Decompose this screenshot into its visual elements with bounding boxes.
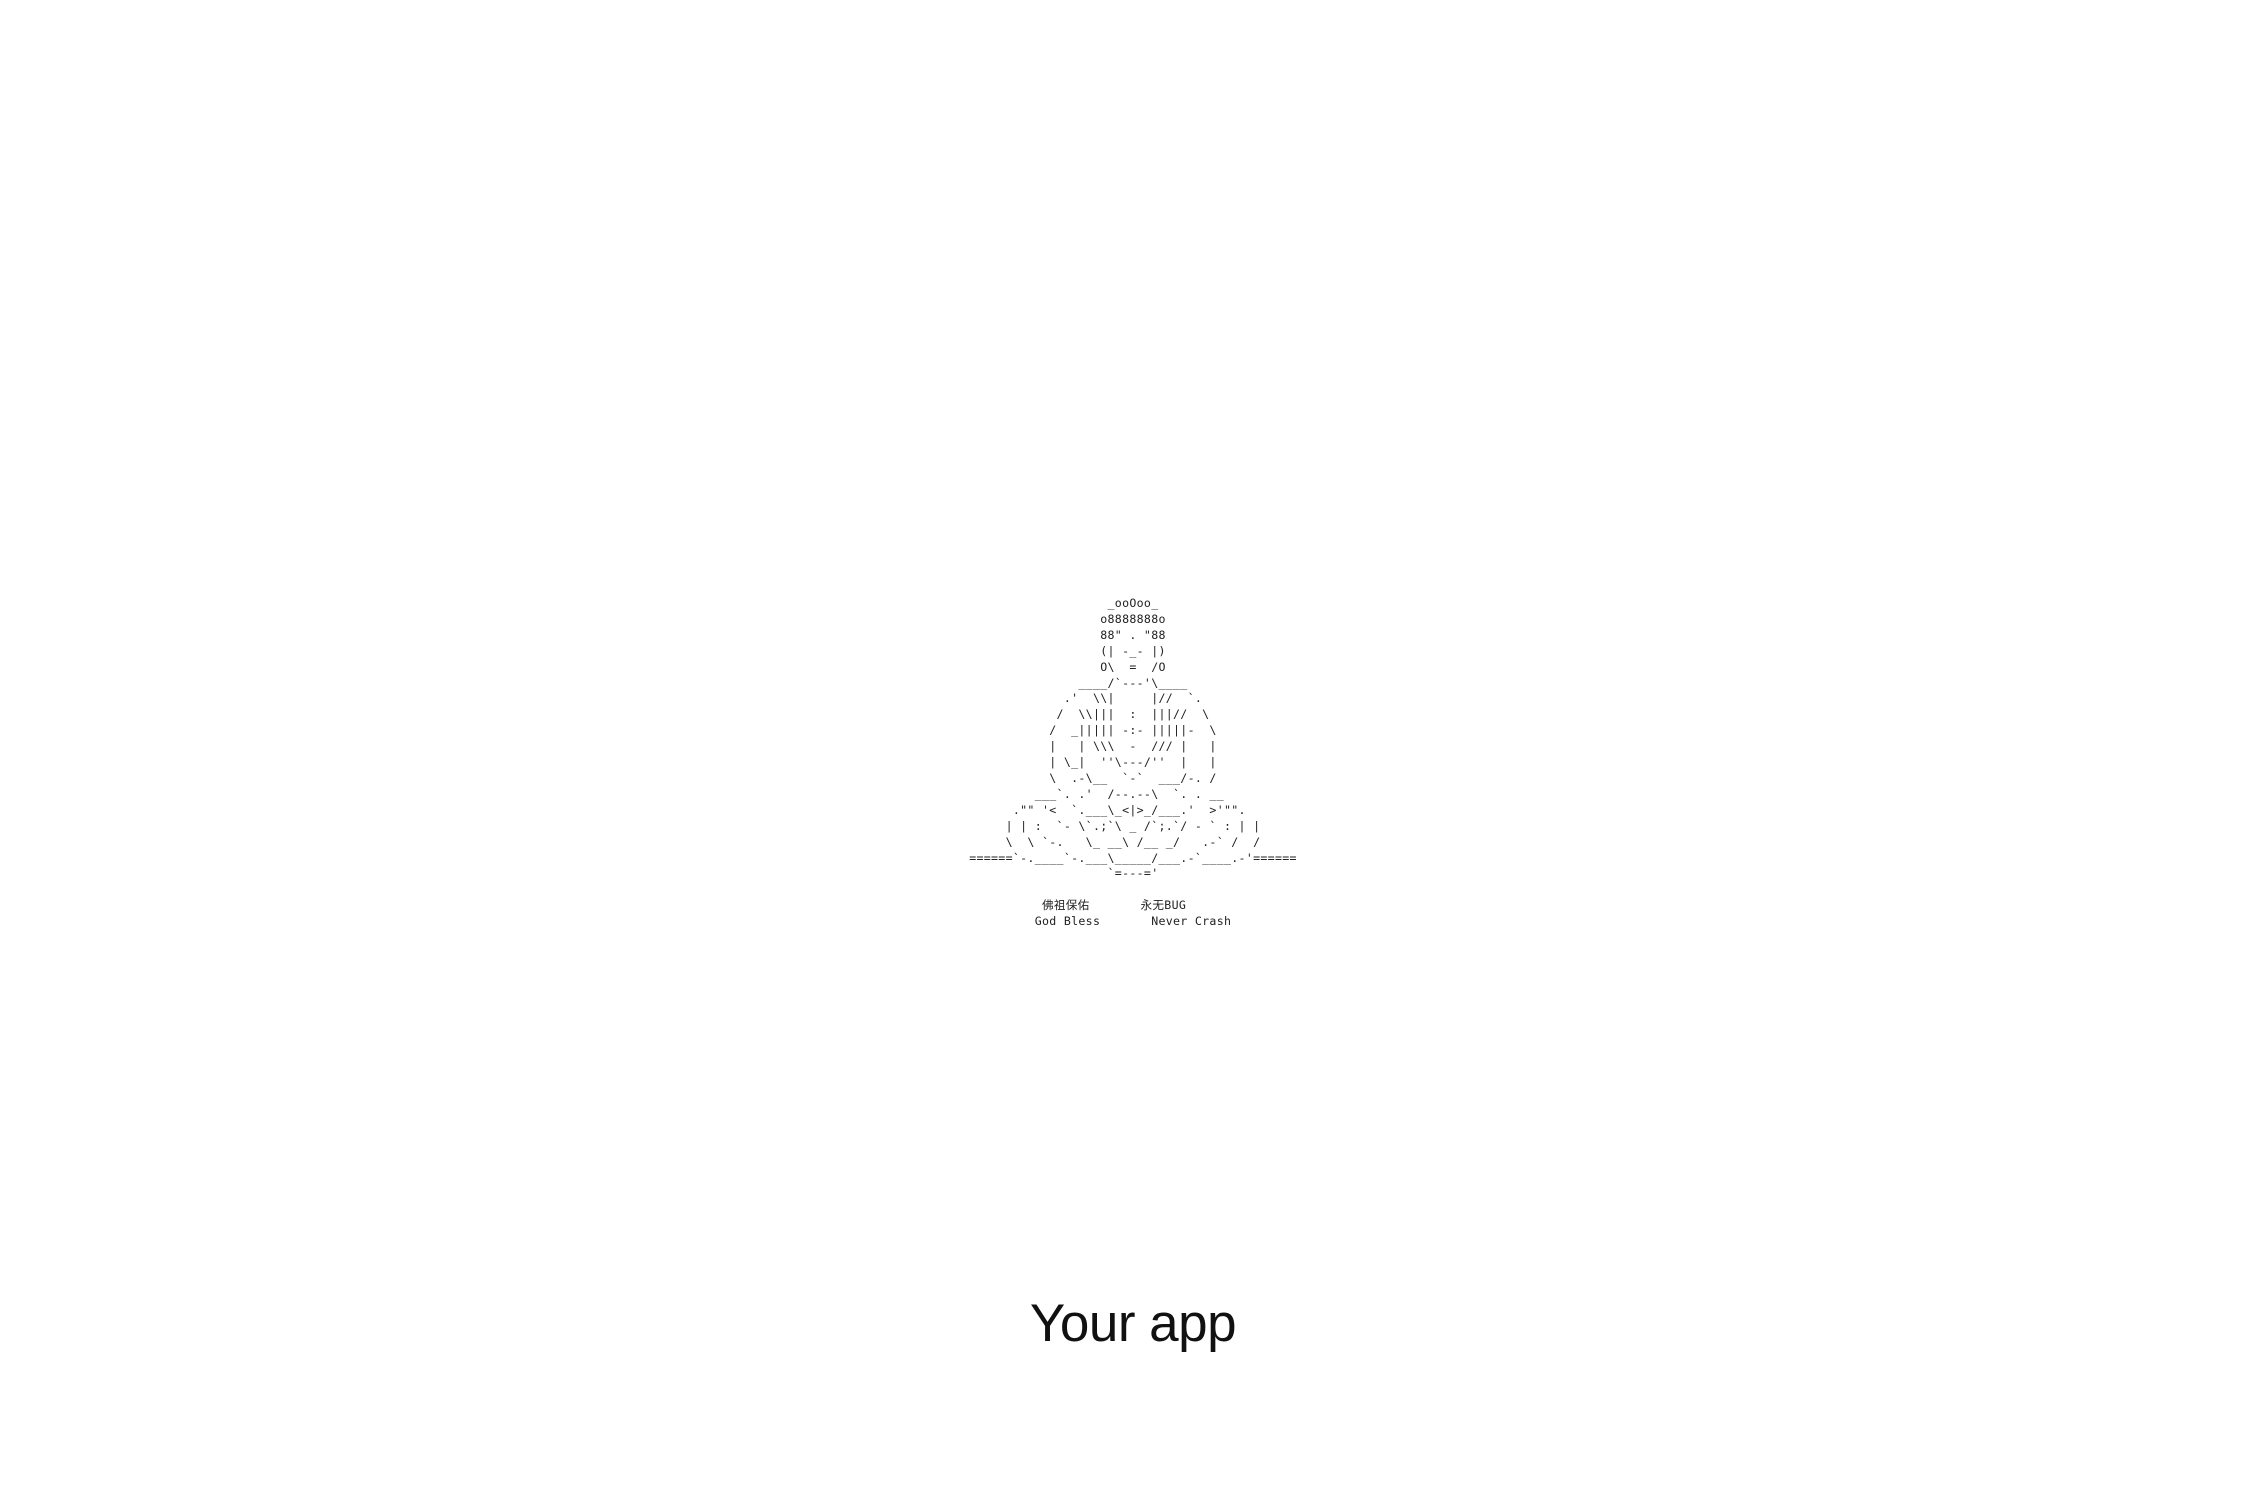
ascii-art-line: 88" . "88 [969, 627, 1166, 642]
app-screen: _ooOoo_ o8888888o 88" . "88 (| -_- |) O\… [0, 0, 2266, 1488]
app-title: Your app [1029, 1294, 1237, 1353]
ascii-art-container: _ooOoo_ o8888888o 88" . "88 (| -_- |) O\… [0, 596, 2266, 930]
ascii-art-line: o8888888o [969, 611, 1166, 626]
ascii-art-line: (| -_- |) [969, 643, 1166, 658]
ascii-art-line: | | \\\ - /// | | [969, 739, 1217, 754]
ascii-art-line: / \\||| : |||// \ [969, 707, 1210, 722]
ascii-art-line: \ \ `-. \_ __\ /__ _/ .-` / / [969, 834, 1261, 849]
ascii-art-line: God Bless Never Crash [969, 914, 1232, 929]
ascii-art-line: ======`-.____`-.___\_____/___.-`____.-'=… [969, 850, 1297, 865]
ascii-art-line: ."" '< `.___\_<|>_/___.' >'"". [969, 802, 1246, 817]
ascii-art-line: O\ = /O [969, 659, 1166, 674]
ascii-art-line: ____/`---'\____ [969, 675, 1188, 690]
ascii-art-line: ___`. .' /--.--\ `. . __ [969, 786, 1224, 801]
ascii-art-line: .' \\| |// `. [969, 691, 1203, 706]
ascii-art-line: | \_| ''\---/'' | | [969, 755, 1217, 770]
buddha-ascii-art: _ooOoo_ o8888888o 88" . "88 (| -_- |) O\… [969, 596, 1297, 930]
ascii-art-line: 佛祖保佑 永无BUG [969, 898, 1187, 913]
ascii-art-line: _ooOoo_ [969, 596, 1159, 610]
ascii-art-line: | | : `- \`.;`\ _ /`;.`/ - ` : | | [969, 818, 1261, 833]
ascii-art-line: `=---=' [969, 866, 1159, 881]
ascii-art-line: / _||||| -:- |||||- \ [969, 723, 1217, 738]
ascii-art-line: \ .-\__ `-` ___/-. / [969, 770, 1217, 785]
